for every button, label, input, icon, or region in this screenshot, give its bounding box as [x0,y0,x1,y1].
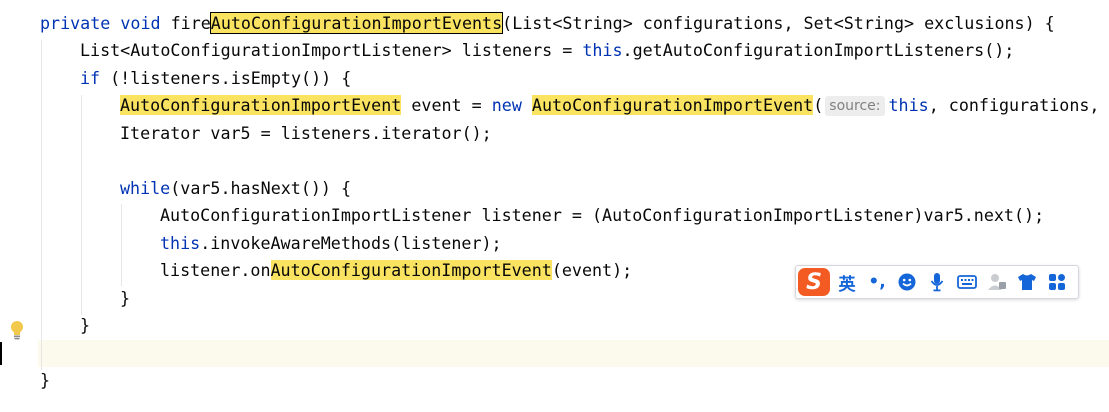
code-line-2[interactable]: List<AutoConfigurationImportListener> li… [0,37,1109,65]
user-icon[interactable] [984,268,1010,296]
apps-grid-icon[interactable] [1044,268,1070,296]
constructor-highlighted[interactable]: AutoConfigurationImportEvent [531,95,814,115]
punctuation-toggle[interactable]: •, [864,268,890,296]
ime-toolbar[interactable]: S 英 •, [795,265,1079,299]
code-line-3[interactable]: if (!listeners.isEmpty()) { [0,65,1109,93]
iterator-declaration: Iterator var5 = listeners.iterator(); [120,123,492,143]
closing-brace-if: } [80,315,91,335]
tshirt-icon[interactable] [1014,268,1040,296]
code-line-12[interactable]: } [0,312,1109,340]
listener-call-args: (event); [551,260,633,280]
microphone-icon[interactable] [924,268,950,296]
keyword-void: void [120,13,161,33]
smiley-icon[interactable] [894,268,920,296]
while-condition: (var5.hasNext()) { [170,178,352,198]
code-line-9[interactable]: this.invokeAwareMethods(listener); [0,230,1109,258]
get-listeners-call: .getAutoConfigurationImportListeners(); [622,40,1015,60]
keyword-while: while [120,178,171,198]
if-condition: (!listeners.isEmpty()) { [100,68,352,88]
code-line-14[interactable]: } [0,367,1109,395]
text-caret [0,342,2,365]
language-toggle[interactable]: 英 [834,268,860,296]
method-name-prefix: fire [170,13,211,33]
keyword-if: if [80,68,101,88]
keyword-this: this [888,95,929,115]
code-line-5[interactable]: Iterator var5 = listeners.iterator(); [0,120,1109,148]
method-name-highlighted[interactable]: AutoConfigurationImportEvents [209,12,504,34]
event-method-highlighted[interactable]: AutoConfigurationImportEvent [270,260,552,280]
listener-declaration: AutoConfigurationImportListener listener… [160,205,1045,225]
code-line-1[interactable]: private void fireAutoConfigurationImport… [0,10,1109,38]
keyword-private: private [40,13,111,33]
code-editor[interactable]: private void fireAutoConfigurationImport… [0,0,1109,412]
method-signature: (List<String> configurations, Set<String… [502,13,1055,33]
keyword-this: this [160,233,201,253]
code-line-4[interactable]: AutoConfigurationImportEvent event = new… [0,92,1109,120]
keyboard-icon[interactable] [954,268,980,296]
keyword-new: new [491,95,522,115]
parameter-hint-source: source: [825,96,885,116]
open-paren: ( [813,95,824,115]
closing-brace-while: } [120,288,131,308]
lightbulb-icon[interactable] [9,320,25,342]
constructor-args: , configurations, [928,95,1109,115]
listeners-declaration: List<AutoConfigurationImportListener> li… [80,40,583,60]
keyword-this: this [582,40,623,60]
invoke-aware-methods-call: .invokeAwareMethods(listener); [200,233,502,253]
current-line-highlight [38,340,1109,367]
closing-brace-method: } [40,370,51,390]
listener-call-prefix: listener.on [160,260,271,280]
sogou-logo-icon[interactable]: S [798,268,830,296]
event-type-highlighted[interactable]: AutoConfigurationImportEvent [120,95,402,115]
code-line-7[interactable]: while(var5.hasNext()) { [0,175,1109,203]
code-line-8[interactable]: AutoConfigurationImportListener listener… [0,202,1109,230]
event-variable: event = [401,95,492,115]
